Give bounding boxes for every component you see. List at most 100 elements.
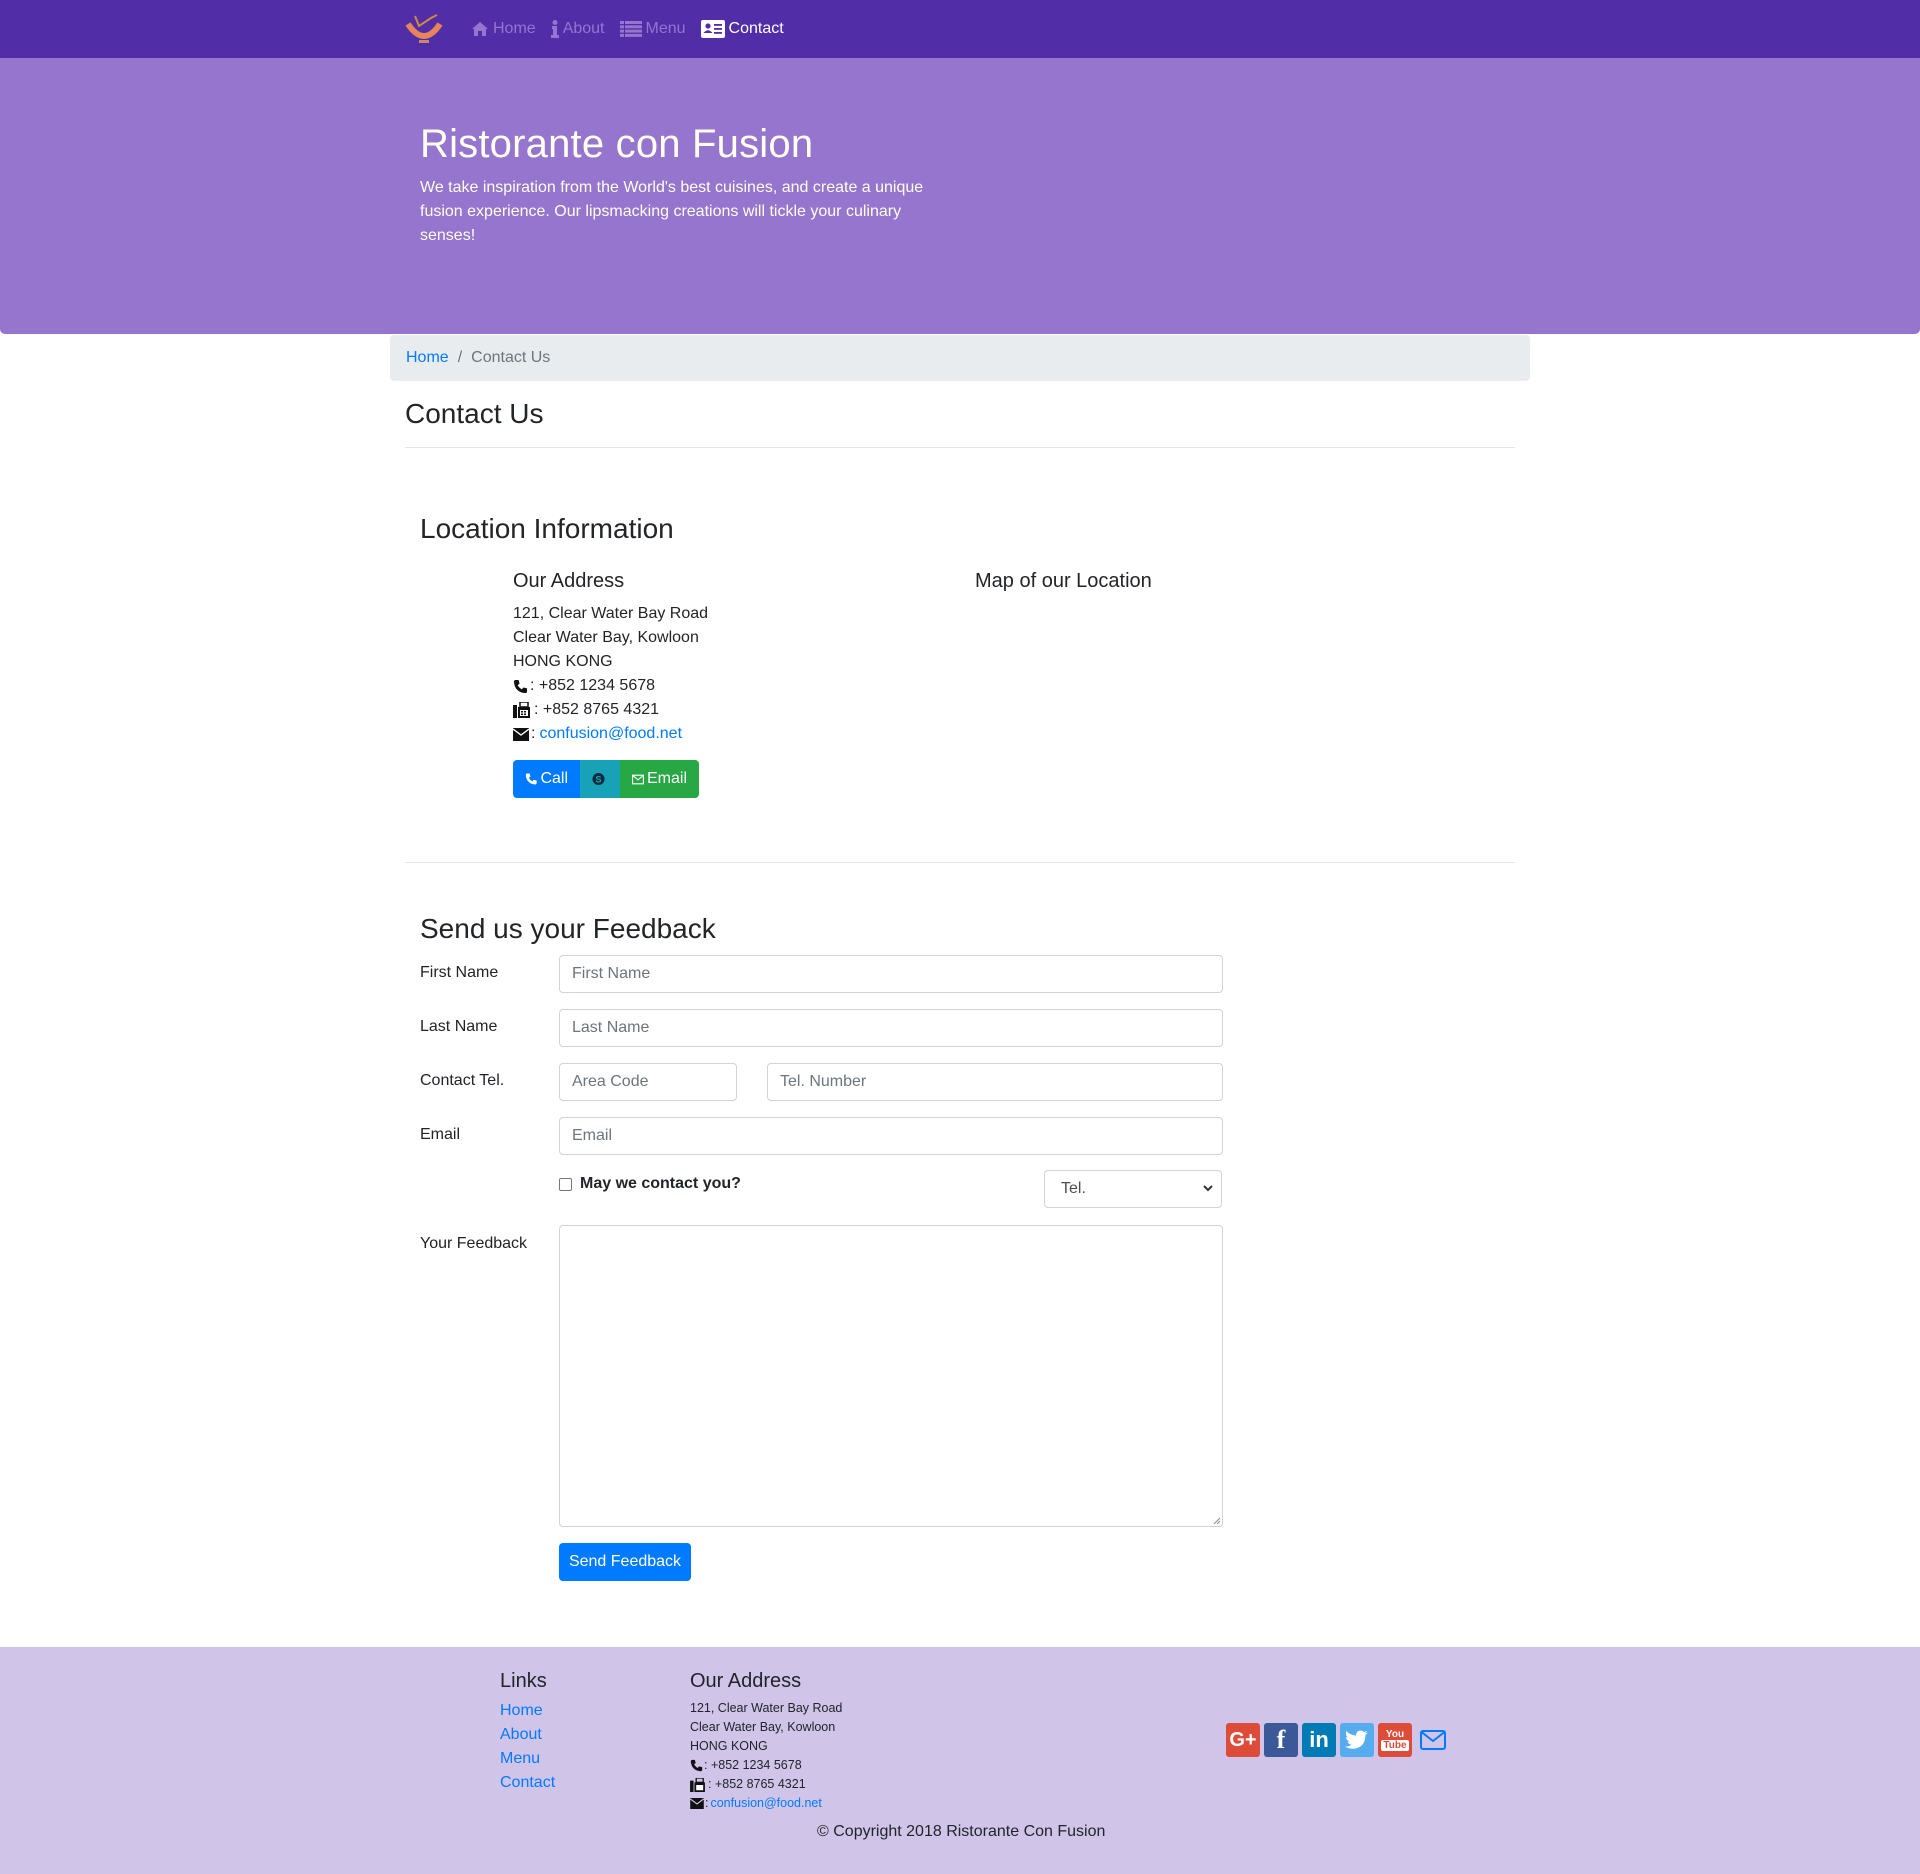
may-contact-label[interactable]: May we contact you?: [580, 1175, 741, 1193]
contact-type-value: Tel.: [1061, 1180, 1086, 1197]
youtube-icon[interactable]: You Tube: [1378, 1723, 1412, 1757]
fax-number: : +852 8765 4321: [534, 701, 660, 718]
address-line: HONG KONG: [513, 653, 613, 670]
address-line: 121, Clear Water Bay Road: [513, 605, 709, 622]
fax-icon: [690, 1777, 705, 1792]
nav-contact-label: Contact: [728, 20, 784, 37]
home-icon: [472, 22, 488, 36]
call-button[interactable]: Call: [513, 760, 580, 798]
divider: [405, 447, 1515, 448]
envelope-icon: [513, 727, 529, 741]
linkedin-icon[interactable]: in: [1302, 1723, 1336, 1757]
footer-links: Home About Menu Contact: [500, 1699, 555, 1795]
send-feedback-button[interactable]: Send Feedback: [559, 1543, 691, 1581]
phone-number: : +852 1234 5678: [530, 677, 656, 694]
list-icon: [619, 21, 642, 37]
map-title: Map of our Location: [975, 570, 1152, 592]
resize-handle-icon[interactable]: [1212, 1516, 1220, 1524]
email-button-label: Email: [646, 770, 687, 787]
address-line: Clear Water Bay, Kowloon: [513, 629, 699, 646]
svg-text:S: S: [595, 774, 601, 784]
email-line: : confusion@food.net: [513, 722, 708, 746]
footer-fax-number: : +852 8765 4321: [708, 1777, 806, 1791]
navbar: Home About Menu Contact: [0, 0, 1920, 58]
nav-about[interactable]: About: [550, 20, 605, 38]
envelope-icon: [690, 1798, 704, 1809]
nav-home[interactable]: Home: [471, 20, 536, 38]
breadcrumb-home-link[interactable]: Home: [406, 349, 449, 367]
footer-address-title: Our Address: [690, 1670, 802, 1692]
last-name-input[interactable]: [559, 1009, 1223, 1047]
phone-icon: [525, 773, 537, 785]
fax-icon: [513, 702, 530, 718]
email-input[interactable]: [559, 1117, 1223, 1155]
page-title: Contact Us: [405, 398, 544, 429]
last-name-label: Last Name: [420, 1018, 498, 1035]
address-line: 121, Clear Water Bay Road: [690, 1701, 843, 1715]
feedback-textarea[interactable]: [559, 1225, 1223, 1527]
phone-icon: [690, 1759, 703, 1772]
footer-email-line: : confusion@food.net: [690, 1794, 842, 1813]
footer-link-menu[interactable]: Menu: [500, 1747, 555, 1771]
nav-menu-label: Menu: [645, 20, 686, 37]
google-plus-icon[interactable]: G+: [1226, 1723, 1260, 1757]
may-contact-row: May we contact you?: [559, 1175, 741, 1193]
phone-line: : +852 1234 5678: [513, 674, 708, 698]
footer-phone-number: : +852 1234 5678: [704, 1758, 802, 1772]
facebook-icon[interactable]: f: [1264, 1723, 1298, 1757]
footer-link-home[interactable]: Home: [500, 1699, 555, 1723]
address-card-icon: [700, 20, 725, 38]
address-line: Clear Water Bay, Kowloon: [690, 1720, 836, 1734]
email-button[interactable]: Email: [620, 760, 699, 798]
call-button-label: Call: [540, 770, 568, 787]
divider: [405, 862, 1515, 863]
email-prefix: :: [531, 725, 536, 742]
email-link[interactable]: confusion@food.net: [539, 722, 682, 746]
brand-logo[interactable]: [405, 12, 443, 46]
footer-phone-line: : +852 1234 5678: [690, 1756, 842, 1775]
twitter-icon[interactable]: [1340, 1723, 1374, 1757]
tel-number-input[interactable]: [767, 1063, 1223, 1101]
contact-button-group: Call S Email: [513, 760, 699, 798]
address-block: 121, Clear Water Bay Road Clear Water Ba…: [513, 602, 708, 746]
address-title: Our Address: [513, 570, 625, 592]
contact-tel-label: Contact Tel.: [420, 1072, 505, 1089]
email-prefix: :: [705, 1796, 709, 1810]
fax-line: : +852 8765 4321: [513, 698, 708, 722]
phone-icon: [513, 679, 528, 693]
info-icon: [550, 20, 559, 38]
footer-links-title: Links: [500, 1670, 547, 1692]
email-label: Email: [420, 1126, 461, 1143]
nav-about-label: About: [562, 20, 605, 37]
chevron-down-icon: [1203, 1185, 1213, 1192]
nav-home-label: Home: [493, 20, 536, 37]
footer-address: 121, Clear Water Bay Road Clear Water Ba…: [690, 1699, 842, 1813]
breadcrumb-current: Contact Us: [471, 349, 551, 366]
jumbotron: Ristorante con Fusion We take inspiratio…: [0, 58, 1920, 334]
breadcrumb: Home / Contact Us: [390, 335, 1530, 381]
social-links: G+ f in You Tube: [1226, 1723, 1454, 1757]
copyright: © Copyright 2018 Ristorante Con Fusion: [817, 1823, 1106, 1840]
footer: Links Home About Menu Contact Our Addres…: [0, 1647, 1920, 1874]
mail-icon[interactable]: [1416, 1723, 1450, 1757]
address-line: HONG KONG: [690, 1739, 768, 1753]
jumbotron-title: Ristorante con Fusion: [420, 122, 814, 166]
area-code-input[interactable]: [559, 1063, 737, 1101]
breadcrumb-separator: /: [457, 349, 463, 366]
contact-type-select[interactable]: Tel.: [1044, 1170, 1222, 1208]
jumbotron-text: We take inspiration from the World's bes…: [420, 179, 924, 244]
first-name-input[interactable]: [559, 955, 1223, 993]
footer-link-about[interactable]: About: [500, 1723, 555, 1747]
your-feedback-label: Your Feedback: [420, 1235, 528, 1252]
envelope-outline-icon: [632, 774, 644, 784]
nav-menu[interactable]: Menu: [619, 20, 686, 38]
skype-button[interactable]: S: [580, 760, 620, 798]
nav-contact[interactable]: Contact: [700, 20, 784, 38]
footer-link-contact[interactable]: Contact: [500, 1771, 555, 1795]
location-title: Location Information: [420, 513, 674, 544]
may-contact-checkbox[interactable]: [559, 1177, 572, 1191]
feedback-title: Send us your Feedback: [420, 913, 716, 944]
footer-email-link[interactable]: confusion@food.net: [710, 1794, 821, 1813]
skype-icon: S: [592, 772, 605, 786]
footer-fax-line: : +852 8765 4321: [690, 1775, 842, 1794]
